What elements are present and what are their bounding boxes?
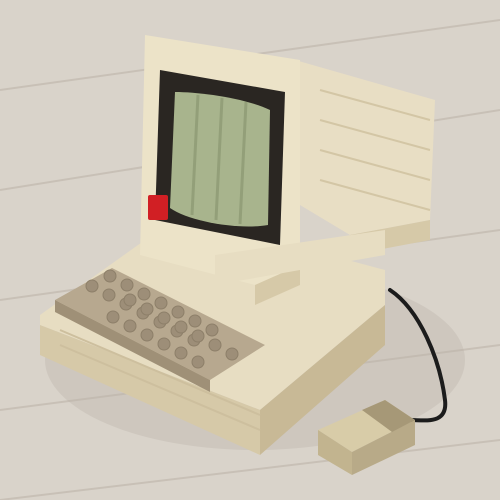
lego-computer-photo (0, 0, 500, 500)
photo-scene (0, 0, 500, 500)
power-button (148, 195, 168, 220)
